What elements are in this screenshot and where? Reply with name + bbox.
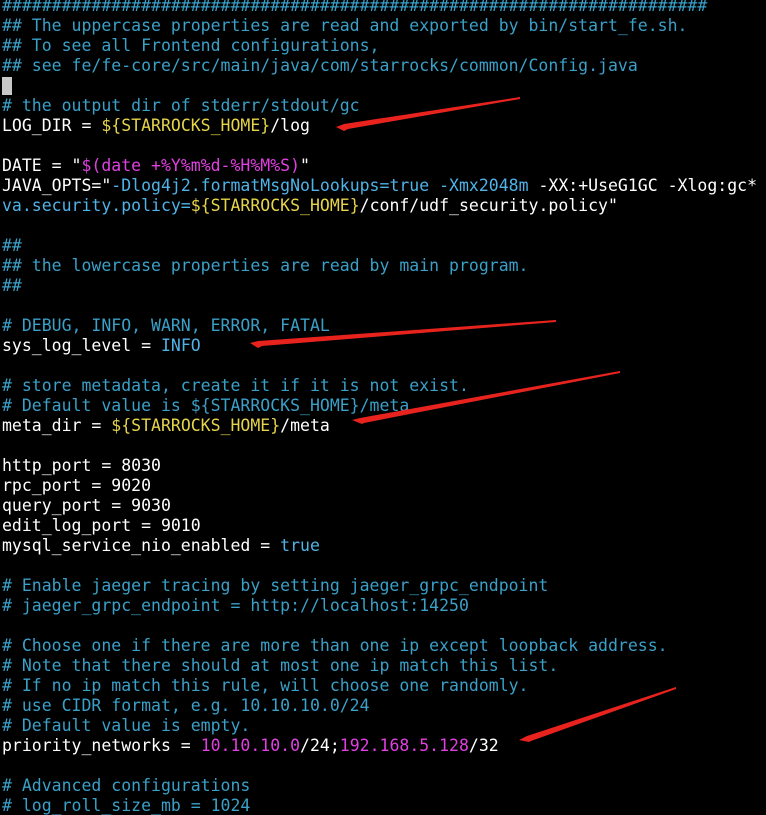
config-value: /24; [300, 736, 340, 755]
config-flags: -XX:+UseG1GC -Xlog:gc* [528, 176, 758, 195]
ip-address: 192.168.5.128 [339, 736, 469, 755]
config-line-rpc-port: rpc_port = 9020 [2, 476, 152, 495]
comment-line: ## see fe/fe-core/src/main/java/com/star… [2, 56, 638, 75]
comment-line: # use CIDR format, e.g. 10.10.10.0/24 [2, 696, 370, 715]
quote: " [101, 176, 112, 195]
config-flag: -Xmx2048m [439, 176, 529, 195]
config-line-date: DATE = "$(date +%Y%m%d-%H%M%S)" [2, 156, 310, 176]
header-hash-line: ########################################… [2, 0, 708, 15]
comment-line: ## [2, 236, 22, 255]
config-value: INFO [160, 336, 201, 355]
config-line-edit-log-port: edit_log_port = 9010 [2, 516, 201, 535]
config-value: /conf/udf_security.policy" [359, 196, 618, 215]
comment-line: # log_roll_size_mb = 1024 [2, 796, 251, 815]
config-value: true [280, 536, 320, 555]
comment-line: # Enable jaeger tracing by setting jaege… [2, 576, 549, 595]
quote: " [300, 156, 310, 175]
config-key: DATE = [2, 156, 72, 175]
config-key: priority_networks = [2, 736, 201, 755]
config-variable: ${STARROCKS_HOME} [101, 116, 271, 135]
comment-line: ## To see all Frontend configurations, [2, 36, 380, 55]
comment-line: # the output dir of stderr/stdout/gc [2, 96, 360, 115]
config-variable: ${STARROCKS_HOME} [190, 196, 360, 215]
config-flag: -Dlog4j2.formatMsgNoLookups= [111, 176, 390, 195]
config-bool: true [389, 176, 430, 195]
config-value: /meta [280, 416, 330, 435]
comment-line: # Default value is empty. [2, 716, 251, 735]
text-cursor [2, 77, 12, 95]
comment-line: ## [2, 276, 22, 295]
ip-address: 10.10.10.0 [200, 736, 301, 755]
comment-line: # jaeger_grpc_endpoint = http://localhos… [2, 596, 469, 615]
comment-line: # Default value is ${STARROCKS_HOME}/met… [2, 396, 410, 415]
comment-line: # store metadata, create it if it is not… [2, 376, 469, 395]
config-line-log-dir: LOG_DIR = ${STARROCKS_HOME}/log [2, 116, 310, 136]
quote: " [71, 156, 82, 175]
config-line-priority-networks: priority_networks = 10.10.10.0/24;192.16… [2, 736, 499, 756]
config-key: sys_log_level = [2, 336, 161, 355]
red-arrow-icon [519, 687, 676, 742]
config-value: /log [270, 116, 310, 135]
comment-line: # Choose one if there are more than one … [2, 636, 668, 655]
config-key: mysql_service_nio_enabled = [2, 536, 281, 555]
config-line-sys-log-level: sys_log_level = INFO [2, 336, 201, 356]
config-line-mysql-nio: mysql_service_nio_enabled = true [2, 536, 320, 556]
comment-line: # DEBUG, INFO, WARN, ERROR, FATAL [2, 316, 330, 335]
comment-line: # Advanced configurations [2, 776, 251, 795]
config-key: JAVA_OPTS= [2, 176, 102, 195]
config-line-http-port: http_port = 8030 [2, 456, 161, 475]
terminal-window[interactable]: ########################################… [0, 0, 766, 815]
comment-line: # If no ip match this rule, will choose … [2, 676, 529, 695]
config-line-meta-dir: meta_dir = ${STARROCKS_HOME}/meta [2, 416, 330, 436]
comment-line: # Note that there should at most one ip … [2, 656, 559, 675]
config-key: LOG_DIR = [2, 116, 102, 135]
red-arrow-icon [336, 97, 520, 131]
config-key: meta_dir = [2, 416, 112, 435]
config-line-java-opts: JAVA_OPTS="-Dlog4j2.formatMsgNoLookups=t… [2, 176, 757, 196]
config-value: /32 [468, 736, 499, 755]
config-variable: ${STARROCKS_HOME} [111, 416, 281, 435]
config-line-java-opts-wrap: va.security.policy=${STARROCKS_HOME}/con… [2, 196, 618, 216]
config-string: $(date +%Y%m%d-%H%M%S) [81, 156, 301, 175]
comment-line: ## The uppercase properties are read and… [2, 16, 688, 35]
config-flag: va.security.policy= [2, 196, 191, 215]
config-line-query-port: query_port = 9030 [2, 496, 171, 515]
comment-line: ## the lowercase properties are read by … [2, 256, 529, 275]
